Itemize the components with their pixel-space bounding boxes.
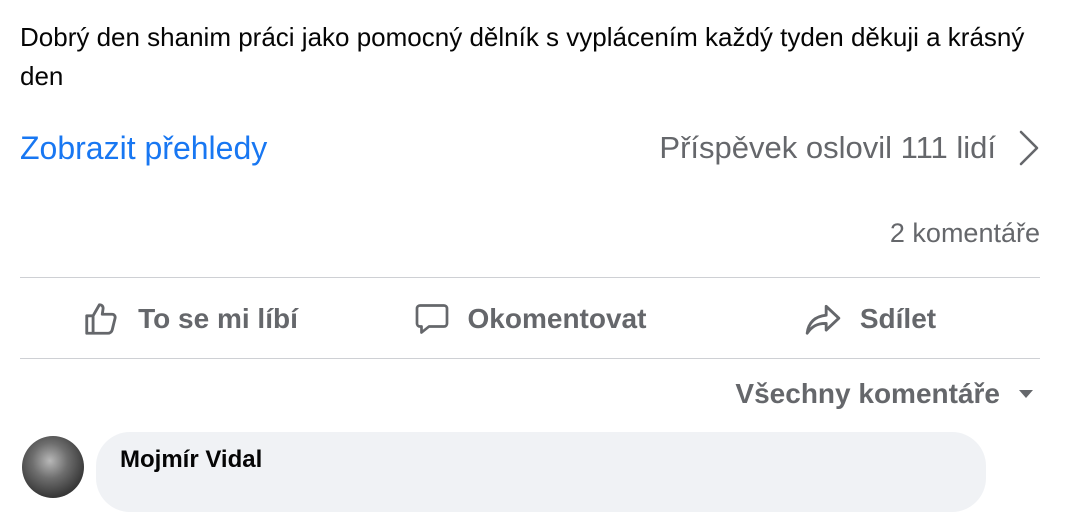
comment-button[interactable]: Okomentovat — [360, 290, 700, 348]
chevron-right-icon — [1019, 130, 1039, 166]
insights-row: Zobrazit přehledy Příspěvek oslovil 111 … — [20, 126, 1040, 170]
speech-bubble-icon — [415, 304, 448, 334]
avatar[interactable] — [22, 436, 84, 498]
caret-down-icon — [1019, 390, 1033, 398]
comments-sort-label: Všechny komentáře — [735, 378, 1000, 409]
post-text: Dobrý den shanim práci jako pomocný děln… — [20, 22, 1025, 91]
comment-count[interactable]: 2 komentáře — [890, 218, 1040, 249]
thumbs-up-icon — [85, 303, 117, 335]
share-label: Sdílet — [859, 303, 937, 334]
view-insights-link[interactable]: Zobrazit přehledy — [20, 130, 267, 167]
post-actions-bar: To se mi líbí Okomentovat Sdílet — [20, 290, 1040, 348]
post-reach[interactable]: Příspěvek oslovil 111 lidí — [659, 129, 1040, 167]
like-button[interactable]: To se mi líbí — [20, 290, 360, 348]
divider — [20, 358, 1040, 359]
divider — [20, 277, 1040, 278]
share-button[interactable]: Sdílet — [700, 290, 1040, 348]
share-arrow-icon — [805, 304, 841, 335]
comment-label: Okomentovat — [467, 303, 647, 334]
like-label: To se mi líbí — [138, 303, 298, 334]
comments-sort-dropdown[interactable]: Všechny komentáře — [735, 378, 1034, 410]
post-reach-text: Příspěvek oslovil 111 lidí — [659, 130, 996, 165]
comment-author[interactable]: Mojmír Vidal — [120, 446, 262, 474]
